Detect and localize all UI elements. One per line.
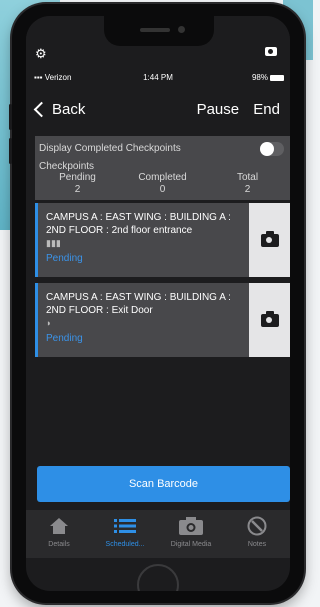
tab-digital-media[interactable]: Digital Media — [158, 510, 224, 558]
checkpoint-card[interactable]: CAMPUS A : EAST WING : BUILDING A : 2ND … — [35, 283, 290, 357]
tab-notes[interactable]: Notes — [224, 510, 290, 558]
home-button[interactable] — [137, 564, 179, 591]
volume-up-button — [9, 104, 12, 130]
gear-icon[interactable]: ⚙ — [35, 46, 47, 62]
camera-icon — [179, 516, 203, 536]
home-icon — [49, 516, 69, 536]
back-button[interactable]: Back — [33, 101, 85, 118]
stat-total: Total 2 — [236, 172, 259, 195]
checkpoint-location: CAMPUS A : EAST WING : BUILDING A : 2ND … — [46, 292, 231, 316]
app-screen: ⚙ ▪▪▪ Verizon 1:44 PM 98% Back Pause End… — [26, 16, 290, 591]
take-photo-button[interactable] — [249, 283, 290, 357]
barcode-icon: ▮▮▮ — [46, 238, 61, 248]
battery-indicator: 98% — [252, 73, 284, 82]
checkpoint-stats: Pending 2 Completed 0 Total 2 — [35, 172, 290, 196]
display-completed-label: Display Completed Checkpoints — [39, 143, 181, 154]
display-completed-toggle[interactable] — [260, 142, 284, 156]
tab-scheduled[interactable]: Scheduled... — [92, 510, 158, 558]
tab-bar: Details Scheduled... Digital Media Notes — [26, 510, 290, 558]
navigation-bar: Back Pause End — [26, 96, 290, 126]
pause-button[interactable]: Pause — [197, 101, 240, 118]
tab-details[interactable]: Details — [26, 510, 92, 558]
speaker-grille — [140, 28, 170, 32]
scan-barcode-button[interactable]: Scan Barcode — [37, 466, 290, 502]
clock: 1:44 PM — [143, 73, 173, 82]
nfc-icon: ◗ — [46, 318, 52, 328]
phone-notch — [104, 16, 214, 46]
chevron-left-icon — [33, 101, 50, 118]
phone-frame: ⚙ ▪▪▪ Verizon 1:44 PM 98% Back Pause End… — [9, 4, 304, 603]
camera-icon — [260, 310, 279, 327]
stat-completed: Completed 0 — [138, 172, 187, 195]
status-bar: ▪▪▪ Verizon 1:44 PM 98% — [26, 70, 290, 84]
notes-icon — [247, 516, 267, 536]
end-button[interactable]: End — [253, 101, 280, 118]
front-camera — [178, 26, 185, 33]
list-icon — [114, 516, 136, 536]
battery-icon — [270, 74, 284, 81]
checkpoint-status: Pending — [46, 253, 83, 264]
stat-pending: Pending 2 — [59, 172, 96, 195]
nav-actions: Pause End — [187, 101, 280, 118]
take-photo-button[interactable] — [249, 203, 290, 277]
checkpoint-summary: Display Completed Checkpoints Checkpoint… — [35, 136, 290, 200]
checkpoints-heading: Checkpoints — [39, 161, 95, 172]
camera-icon[interactable] — [265, 47, 277, 56]
checkpoint-card[interactable]: CAMPUS A : EAST WING : BUILDING A : 2ND … — [35, 203, 290, 277]
checkpoint-status: Pending — [46, 333, 83, 344]
checkpoint-location: CAMPUS A : EAST WING : BUILDING A : 2ND … — [46, 212, 231, 236]
volume-down-button — [9, 138, 12, 164]
camera-icon — [260, 230, 279, 247]
